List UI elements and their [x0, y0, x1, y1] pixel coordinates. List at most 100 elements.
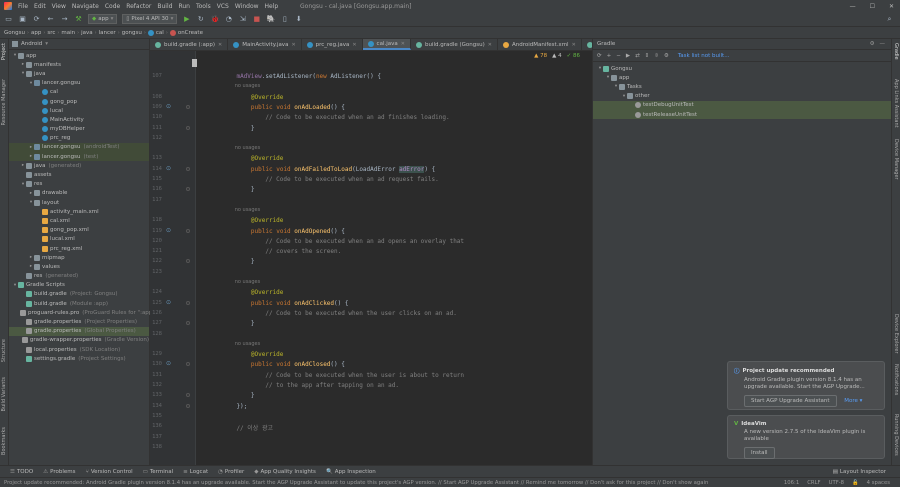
tab-mainactivity-java[interactable]: MainActivity.java ✕	[228, 39, 302, 50]
weak-warnings-count[interactable]: ▲ 4	[552, 53, 561, 59]
tree-item[interactable]: ▾ res	[9, 180, 149, 189]
attach-debugger-icon[interactable]: ⇲	[238, 15, 247, 24]
menu-item-refactor[interactable]: Refactor	[126, 3, 151, 10]
override-marker-icon[interactable]: ⊙	[166, 165, 171, 172]
warnings-count[interactable]: ▲ 78	[534, 53, 547, 59]
add-icon[interactable]: +	[607, 53, 612, 59]
fold-marker-icon[interactable]	[186, 362, 190, 367]
breadcrumb-item[interactable]: src	[47, 30, 55, 36]
strip-running-devices[interactable]: Running Devices	[893, 414, 899, 456]
hide-panel-icon[interactable]: —	[880, 41, 886, 47]
tree-item[interactable]: ▾ layout	[9, 198, 149, 207]
bottom-tab-version-control[interactable]: ⑂ Version Control	[86, 469, 133, 475]
gradle-tree-item[interactable]: ▾ Gongsu	[593, 64, 891, 73]
fold-marker-icon[interactable]	[186, 166, 190, 171]
override-marker-icon[interactable]: ⊙	[166, 227, 171, 234]
chevron-down-icon[interactable]: ▾	[45, 41, 48, 47]
maximize-icon[interactable]: ☐	[870, 3, 875, 10]
project-view-select[interactable]: Android	[21, 41, 42, 47]
tree-item[interactable]: ▾ lancer.gongsu	[9, 79, 149, 88]
tree-item[interactable]: myDBHelper	[9, 125, 149, 134]
menu-item-window[interactable]: Window	[235, 3, 259, 10]
lock-icon[interactable]: 🔓	[852, 480, 859, 486]
tree-item[interactable]: activity_main.xml	[9, 207, 149, 216]
tree-item[interactable]: gradle.properties (Global Properties)	[9, 326, 149, 336]
tree-item[interactable]: assets	[9, 170, 149, 179]
typos-count[interactable]: ✓ 86	[567, 53, 580, 59]
tree-item[interactable]: proguard-rules.pro (ProGuard Rules for ":…	[9, 308, 157, 317]
fold-marker-icon[interactable]	[186, 393, 190, 398]
minus-icon[interactable]: −	[616, 53, 621, 59]
tree-item[interactable]: ▾ app	[9, 51, 149, 60]
breadcrumb-item[interactable]: app	[31, 30, 41, 36]
tree-item[interactable]: settings.gradle (Project Settings)	[9, 354, 149, 363]
tree-item[interactable]: cal	[9, 88, 149, 97]
profile-icon[interactable]: ◔	[224, 15, 233, 24]
tree-item[interactable]: ▸ values	[9, 262, 149, 271]
bottom-tab-app-inspection[interactable]: 🔍 App Inspection	[326, 469, 376, 475]
gradle-tree-item[interactable]: ▾ Tasks	[593, 82, 891, 91]
build-hammer-icon[interactable]: ⚒	[74, 15, 83, 24]
close-tab-icon[interactable]: ✕	[572, 42, 576, 48]
tree-item[interactable]: ▸ manifests	[9, 60, 149, 69]
close-icon[interactable]: ✕	[889, 3, 894, 10]
fold-marker-icon[interactable]	[186, 228, 190, 233]
breadcrumb-item[interactable]: gongsu	[122, 30, 142, 36]
fold-marker-icon[interactable]	[186, 187, 190, 192]
indent-setting[interactable]: 4 spaces	[867, 480, 890, 486]
fold-marker-icon[interactable]	[186, 104, 190, 109]
tab-androidmanifest-xml[interactable]: AndroidManifest.xml ✕	[498, 39, 582, 50]
save-icon[interactable]: ▣	[18, 15, 27, 24]
gradle-tree-item[interactable]: testDebugUnitTest	[593, 100, 891, 110]
bottom-tab-profiler[interactable]: ◔ Profiler	[218, 469, 244, 475]
tree-item[interactable]: cal.xml	[9, 216, 149, 225]
tree-item[interactable]: gradle.properties (Project Properties)	[9, 317, 149, 326]
tree-item[interactable]: res (generated)	[9, 272, 149, 281]
start-agp-upgrade-button[interactable]: Start AGP Upgrade Assistant	[744, 395, 837, 407]
tree-item[interactable]: lucal	[9, 106, 149, 115]
menu-item-run[interactable]: Run	[178, 3, 190, 10]
fold-marker-icon[interactable]	[186, 321, 190, 326]
tree-item[interactable]: ▸ mipmap	[9, 253, 149, 262]
tree-item[interactable]: gong_pop	[9, 97, 149, 106]
collapse-all-icon[interactable]: ⇳	[654, 53, 659, 59]
strip-device-explorer[interactable]: Device Explorer	[893, 314, 899, 354]
menu-item-navigate[interactable]: Navigate	[72, 3, 99, 10]
breadcrumb-item[interactable]: Gongsu	[4, 30, 25, 36]
close-tab-icon[interactable]: ✕	[218, 42, 222, 48]
fold-marker-icon[interactable]	[186, 300, 190, 305]
install-button[interactable]: Install	[744, 447, 775, 459]
menu-item-edit[interactable]: Edit	[34, 3, 46, 10]
settings-wrench-icon[interactable]: ⚙	[664, 53, 669, 59]
menu-item-file[interactable]: File	[18, 3, 28, 10]
tree-item[interactable]: ▾ java	[9, 69, 149, 78]
strip-resource-manager[interactable]: Resource Manager	[1, 79, 7, 125]
strip-build-variants[interactable]: Build Variants	[1, 377, 7, 411]
debug-icon[interactable]: 🐞	[210, 15, 219, 24]
gradle-tree-item[interactable]: ▾ other	[593, 92, 891, 101]
bottom-tab-logcat[interactable]: ≡ Logcat	[183, 469, 208, 475]
task-list-link[interactable]: Task list not built...	[678, 53, 730, 59]
override-marker-icon[interactable]: ⊙	[166, 103, 171, 110]
tree-item[interactable]: gradle-wrapper.properties (Gradle Version…	[9, 336, 149, 345]
bottom-tab-problems[interactable]: ⚠ Problems	[43, 469, 75, 475]
override-marker-icon[interactable]: ⊙	[166, 299, 171, 306]
tree-item[interactable]: build.gradle (Project: Gongsu)	[9, 290, 149, 299]
tree-item[interactable]: MainActivity	[9, 115, 149, 124]
forward-icon[interactable]: →	[60, 15, 69, 24]
run-config-select[interactable]: ◆ app ▾	[88, 14, 118, 24]
refresh-icon[interactable]: ⟳	[597, 53, 602, 59]
menu-item-view[interactable]: View	[52, 3, 66, 10]
sync-icon[interactable]: ⟳	[32, 15, 41, 24]
fold-marker-icon[interactable]	[186, 259, 190, 264]
strip-notifications[interactable]: Notifications	[893, 364, 899, 395]
caret-position[interactable]: 106:1	[784, 480, 799, 486]
device-select[interactable]: ▯ Pixel 4 API 30 ▾	[122, 14, 178, 24]
menu-item-tools[interactable]: Tools	[196, 3, 211, 10]
tree-item[interactable]: gong_pop.xml	[9, 226, 149, 235]
status-message[interactable]: Project update recommended: Android Grad…	[4, 480, 708, 486]
stop-icon[interactable]: ■	[252, 15, 261, 24]
apply-changes-icon[interactable]: ↻	[196, 15, 205, 24]
strip-device-manager[interactable]: Device Manager	[893, 139, 899, 180]
tree-item[interactable]: ▾ Gradle Scripts	[9, 281, 149, 290]
